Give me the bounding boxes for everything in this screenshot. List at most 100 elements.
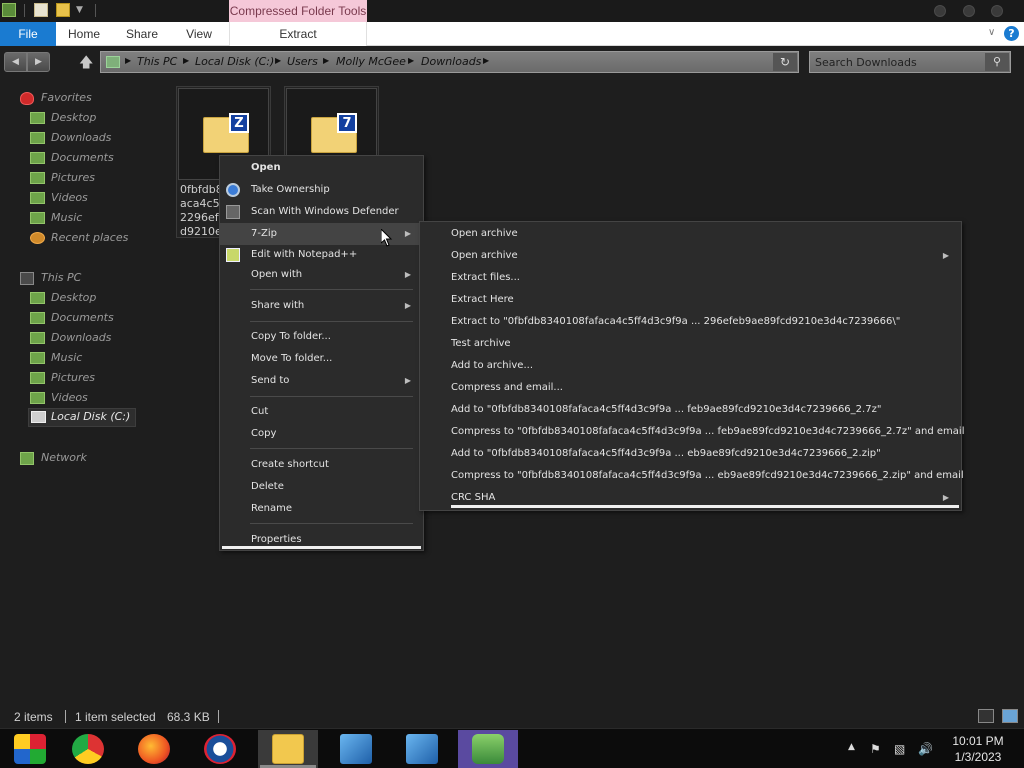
menu-item-scan-defender[interactable]: Scan With Windows Defender [220,201,423,223]
menu-item-edit-notepad[interactable]: Edit with Notepad++ [220,244,423,266]
menu-item-open[interactable]: Open [220,157,423,179]
menu-item-copy[interactable]: Copy [220,423,423,445]
breadcrumb-molly-mcgee[interactable]: Molly McGee [336,55,406,68]
breadcrumb-users[interactable]: Users [287,55,318,68]
maximize-button[interactable] [963,5,975,17]
properties-icon[interactable] [34,3,48,17]
taskbar-file-explorer[interactable] [258,730,318,768]
submenu-item-add-to-archive[interactable]: Add to archive... [420,355,961,377]
menu-item-open-with[interactable]: Open with ▶ [220,264,423,286]
menu-item-share-with[interactable]: Share with ▶ [220,295,423,317]
campaign-logo-icon [204,734,236,764]
close-button[interactable] [991,5,1003,17]
submenu-arrow-icon: ▶ [404,301,411,310]
breadcrumb-chevron-icon[interactable]: ▶ [408,56,414,65]
menu-item-send-to[interactable]: Send to ▶ [220,370,423,392]
forward-button[interactable]: ▶ [27,52,50,72]
refresh-icon[interactable]: ↻ [773,53,797,71]
selection-count: 1 item selected [75,710,156,724]
tab-share[interactable]: Share [118,22,166,46]
menu-separator [250,523,413,524]
back-button[interactable]: ◀ [4,52,27,72]
submenu-item-open-archive[interactable]: Open archive [420,223,961,245]
taskbar-campaign-app[interactable] [190,730,250,768]
recent-places-icon [30,232,45,244]
taskbar-network-tool-2[interactable] [392,730,452,768]
submenu-item-add-to-7z[interactable]: Add to "0fbfdb8340108fafaca4c5ff4d3c9f9a… [420,399,961,421]
details-view-icon[interactable] [978,709,994,723]
tab-file[interactable]: File [0,22,56,46]
search-input[interactable] [815,54,983,70]
menu-separator [250,396,413,397]
taskbar-network-tool-1[interactable] [326,730,386,768]
customize-qat-chevron-icon[interactable]: ▼ [76,5,83,15]
sidebar-item-local-disk[interactable]: Local Disk (C:) [28,408,136,427]
taskbar: ▲ ⚑ ▧ 🔊 10:01 PM 1/3/2023 [0,728,1024,768]
breadcrumb-downloads[interactable]: Downloads [421,55,481,68]
tab-home[interactable]: Home [60,22,108,46]
minimize-button[interactable] [934,5,946,17]
menu-item-move-to-folder[interactable]: Move To folder... [220,348,423,370]
context-menu: Open Take Ownership Scan With Windows De… [219,155,424,551]
taskbar-start-button[interactable] [0,730,60,768]
search-icon[interactable]: ⚲ [985,53,1009,71]
pictures-icon [30,172,45,184]
breadcrumb-this-pc[interactable]: This PC [137,55,177,68]
breadcrumb-chevron-icon[interactable]: ▶ [275,56,281,65]
submenu-item-test-archive[interactable]: Test archive [420,333,961,355]
computer-icon [20,272,34,285]
qat-separator [95,4,96,17]
new-folder-icon[interactable] [56,3,70,17]
music-icon [30,212,45,224]
selection-size: 68.3 KB [167,710,210,724]
search-box[interactable]: ⚲ [809,51,1011,73]
submenu-item-extract-to[interactable]: Extract to "0fbfdb8340108fafaca4c5ff4d3c… [420,311,961,333]
submenu-item-compress-email[interactable]: Compress and email... [420,377,961,399]
breadcrumb-chevron-icon[interactable]: ▶ [183,56,189,65]
menu-bottom-edge [222,546,421,549]
action-center-flag-icon[interactable]: ⚑ [870,742,881,756]
address-bar[interactable]: ▶ This PC ▶ Local Disk (C:) ▶ Users ▶ Mo… [100,51,799,73]
menu-item-rename[interactable]: Rename [220,498,423,520]
submenu-item-add-to-zip[interactable]: Add to "0fbfdb8340108fafaca4c5ff4d3c9f9a… [420,443,961,465]
chrome-icon [72,734,104,764]
submenu-item-compress-zip-email[interactable]: Compress to "0fbfdb8340108fafaca4c5ff4d3… [420,465,964,487]
menu-item-copy-to-folder[interactable]: Copy To folder... [220,326,423,348]
volume-icon[interactable]: 🔊 [918,742,933,756]
breadcrumb-chevron-icon[interactable]: ▶ [125,56,131,65]
submenu-7zip: Open archive Open archive ▶ Extract file… [419,221,964,511]
large-icons-view-icon[interactable] [1002,709,1018,723]
breadcrumb-local-disk[interactable]: Local Disk (C:) [195,55,274,68]
notepad-icon [226,248,240,262]
expand-ribbon-chevron-icon[interactable]: ∨ [988,27,995,38]
taskbar-chrome[interactable] [58,730,118,768]
tab-extract[interactable]: Extract [229,22,367,46]
menu-item-create-shortcut[interactable]: Create shortcut [220,454,423,476]
tab-view[interactable]: View [176,22,222,46]
menu-item-take-ownership[interactable]: Take Ownership [220,179,423,201]
breadcrumb-chevron-icon[interactable]: ▶ [323,56,329,65]
music-icon [30,352,45,364]
submenu-item-compress-7z-email[interactable]: Compress to "0fbfdb8340108fafaca4c5ff4d3… [420,421,964,443]
documents-icon [30,152,45,164]
submenu-item-extract-here[interactable]: Extract Here [420,289,961,311]
show-hidden-icons-chevron-icon[interactable]: ▲ [848,742,855,752]
clock[interactable]: 10:01 PM 1/3/2023 [950,733,1006,765]
taskbar-people-app[interactable] [458,730,518,768]
app-icon[interactable] [2,3,16,17]
desktop-icon [30,292,45,304]
submenu-item-open-archive-more[interactable]: Open archive ▶ [420,245,961,267]
clock-date: 1/3/2023 [954,750,1002,764]
7z-badge-icon: 7 [337,113,357,133]
help-icon[interactable]: ? [1004,26,1019,41]
mouse-cursor-icon [381,229,393,247]
submenu-item-extract-files[interactable]: Extract files... [420,267,961,289]
status-bar: 2 items 1 item selected 68.3 KB [0,706,1024,728]
breadcrumb-chevron-icon[interactable]: ▶ [483,56,489,65]
menu-item-cut[interactable]: Cut [220,401,423,423]
taskbar-firefox[interactable] [124,730,184,768]
up-arrow-icon[interactable]: 🡅 [79,52,93,76]
network-status-icon[interactable]: ▧ [894,742,905,756]
menu-item-delete[interactable]: Delete [220,476,423,498]
submenu-arrow-icon: ▶ [404,229,411,238]
